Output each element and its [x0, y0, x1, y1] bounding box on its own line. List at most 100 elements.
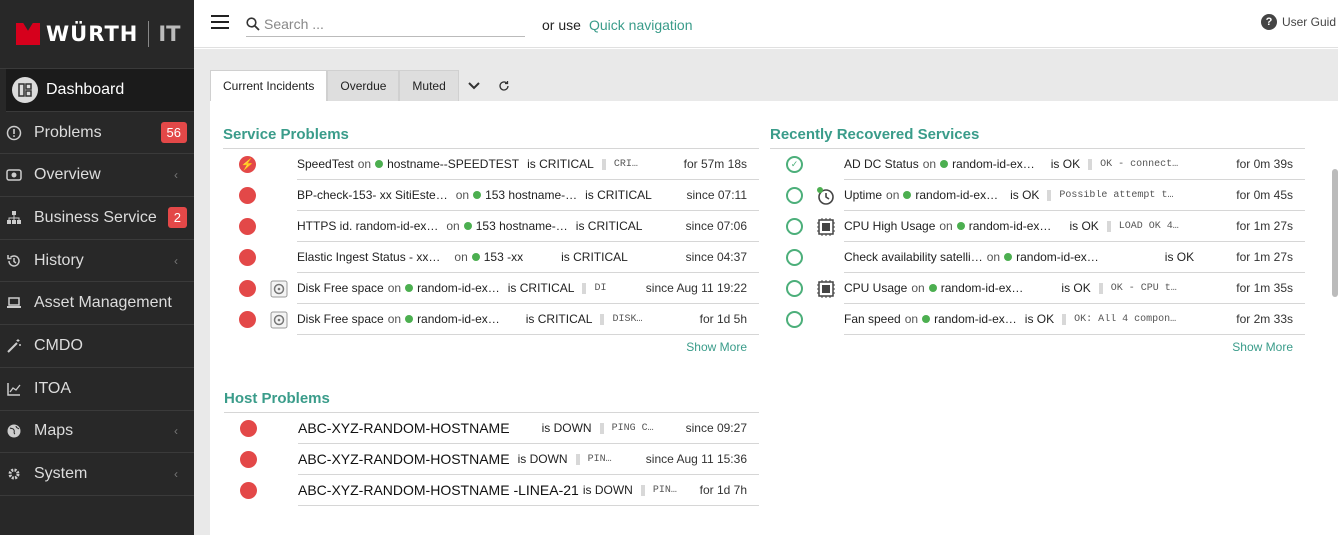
- globe-icon: [6, 423, 22, 439]
- since-time: since 04:37: [685, 250, 747, 264]
- row-content: HTTPS id. random-id-ex… on 153 hostname-…: [297, 211, 759, 242]
- state-label: is CRITICAL: [585, 188, 652, 202]
- brand-suffix: IT: [158, 22, 181, 46]
- host-name: ABC-XYZ-RANDOM-HOSTNAME -LINEA-21: [298, 482, 579, 498]
- sidebar-item-dashboard[interactable]: Dashboard: [6, 69, 194, 112]
- host-name: random-id-ex…: [968, 219, 1052, 233]
- table-row[interactable]: CPU Usage on random-id-ex… is OK OK - CP…: [770, 273, 1305, 304]
- menu-icon[interactable]: [211, 15, 229, 29]
- since-time: for 2m 33s: [1236, 312, 1293, 326]
- since-time: for 1m 27s: [1236, 250, 1293, 264]
- host-problems-section: Host Problems ABC-XYZ-RANDOM-HOSTNAME is…: [224, 390, 759, 506]
- host-name: 153 -xx: [483, 250, 524, 264]
- sidebar-item-problems[interactable]: Problems 56: [0, 112, 194, 155]
- service-name: AD DC Status: [844, 157, 919, 171]
- quick-navigation-link[interactable]: Quick navigation: [589, 17, 693, 33]
- table-row[interactable]: CPU High Usage on random-id-ex… is OK LO…: [770, 211, 1305, 242]
- host-up-dot: [471, 253, 480, 261]
- table-row[interactable]: ⚡ SpeedTest on hostname--SPEEDTEST is CR…: [223, 149, 759, 180]
- table-row[interactable]: ABC-XYZ-RANDOM-HOSTNAME is DOWN PING C… …: [224, 413, 759, 444]
- since-time: since 07:11: [686, 188, 748, 202]
- sidebar-item-maps[interactable]: Maps ‹: [0, 411, 194, 454]
- since-time: for 1d 5h: [699, 312, 747, 326]
- row-content: ABC-XYZ-RANDOM-HOSTNAME is DOWN PING C… …: [298, 413, 759, 444]
- table-row[interactable]: BP-check-153- xx SitiEste… on 153 hostna…: [223, 180, 759, 211]
- state-label: is CRITICAL: [575, 219, 643, 233]
- tab-muted[interactable]: Muted: [399, 70, 459, 101]
- show-more-link[interactable]: Show More: [686, 340, 747, 354]
- service-name: Disk Free space: [297, 281, 384, 295]
- host-up-dot: [903, 191, 912, 199]
- refresh-icon[interactable]: [489, 70, 519, 101]
- chevron-left-icon: ‹: [174, 168, 178, 183]
- plugin-output: Possible attempt t…: [1047, 189, 1173, 201]
- table-row[interactable]: HTTPS id. random-id-ex… on 153 hostname-…: [223, 211, 759, 242]
- show-more-link[interactable]: Show More: [1232, 340, 1293, 354]
- state-label: is OK: [1061, 281, 1091, 295]
- table-row[interactable]: Uptime on random-id-ex… is OK Possible a…: [770, 180, 1305, 211]
- on-label: on: [939, 219, 953, 233]
- row-content: Elastic Ingest Status - xx… on 153 -xx i…: [297, 242, 759, 273]
- host-name: ABC-XYZ-RANDOM-HOSTNAME: [298, 451, 510, 467]
- table-row[interactable]: ABC-XYZ-RANDOM-HOSTNAME is DOWN PIN… sin…: [224, 444, 759, 475]
- row-content: ABC-XYZ-RANDOM-HOSTNAME -LINEA-21 is DOW…: [298, 475, 759, 506]
- eye-icon: [6, 167, 22, 183]
- sidebar-item-business-service[interactable]: Business Service 2: [0, 197, 194, 240]
- plugin-output: PIN…: [575, 453, 612, 465]
- since-time: for 0m 39s: [1236, 157, 1293, 171]
- ok-status-icon: [786, 280, 803, 297]
- host-name: random-id-ex…: [1016, 250, 1099, 264]
- on-label: on: [986, 250, 1001, 264]
- sidebar-item-history[interactable]: History ‹: [0, 240, 194, 283]
- sidebar-item-label: History: [34, 251, 84, 269]
- plugin-output: LOAD OK 4…: [1106, 220, 1179, 232]
- tab-overdue[interactable]: Overdue: [327, 70, 400, 101]
- row-content: AD DC Status on random-id-ex… is OK OK -…: [844, 149, 1305, 180]
- service-name: Fan speed: [844, 312, 901, 326]
- state-label: is CRITICAL: [527, 157, 594, 171]
- table-row[interactable]: Fan speed on random-id-ex… is OK OK: All…: [770, 304, 1305, 335]
- cpu-icon: [817, 280, 835, 298]
- plugin-output: PING C…: [599, 422, 654, 434]
- more-tabs-chevron-icon[interactable]: [459, 70, 489, 101]
- table-row[interactable]: Disk Free space on random-id-ex… is CRIT…: [223, 304, 759, 335]
- state-label: is DOWN: [517, 452, 568, 466]
- sidebar-item-label: System: [34, 465, 88, 483]
- state-label: is OK: [1010, 188, 1040, 202]
- since-time: for 1m 27s: [1236, 219, 1293, 233]
- host-problems-title: Host Problems: [224, 390, 759, 413]
- plugin-output: PIN…: [640, 484, 677, 496]
- brand-logo[interactable]: WÜRTH IT: [0, 0, 194, 69]
- row-content: ABC-XYZ-RANDOM-HOSTNAME is DOWN PIN… sin…: [298, 444, 759, 475]
- sidebar-item-label: Business Service: [34, 208, 157, 226]
- on-label: on: [911, 281, 925, 295]
- table-row[interactable]: Disk Free space on random-id-ex… is CRIT…: [223, 273, 759, 304]
- sidebar-item-label: Maps: [34, 422, 74, 440]
- search-input[interactable]: [264, 15, 514, 32]
- scrollbar[interactable]: [1332, 169, 1338, 297]
- tab-current-incidents[interactable]: Current Incidents: [210, 70, 328, 101]
- sidebar: WÜRTH IT Dashboard Problems 56 Overview …: [0, 0, 194, 535]
- business-service-count-badge: 2: [167, 207, 187, 229]
- sidebar-item-cmdo[interactable]: CMDO: [0, 325, 194, 368]
- table-row[interactable]: Check availability satelli… on random-id…: [770, 242, 1305, 273]
- ok-status-icon: [786, 187, 803, 204]
- user-guide-link[interactable]: ? User Guid: [1260, 14, 1336, 30]
- row-content: CPU High Usage on random-id-ex… is OK LO…: [844, 211, 1305, 242]
- history-icon: [6, 253, 22, 269]
- state-label: is OK: [1164, 250, 1195, 264]
- table-row[interactable]: Elastic Ingest Status - xx… on 153 -xx i…: [223, 242, 759, 273]
- host-name: 153 hostname-…: [475, 219, 568, 233]
- sidebar-item-overview[interactable]: Overview ‹: [0, 154, 194, 198]
- critical-status-icon: [239, 280, 256, 297]
- recently-recovered-section: Recently Recovered Services ✓ AD DC Stat…: [770, 126, 1305, 357]
- row-content: CPU Usage on random-id-ex… is OK OK - CP…: [844, 273, 1305, 304]
- sidebar-item-asset-management[interactable]: Asset Management: [0, 282, 194, 326]
- chevron-left-icon: ‹: [174, 467, 178, 482]
- plugin-output: OK: All 4 compon…: [1062, 313, 1176, 325]
- sidebar-item-itoa[interactable]: ITOA: [0, 368, 194, 411]
- sidebar-item-system[interactable]: System ‹: [0, 453, 194, 496]
- table-row[interactable]: ✓ AD DC Status on random-id-ex… is OK OK…: [770, 149, 1305, 180]
- on-label: on: [454, 250, 468, 264]
- table-row[interactable]: ABC-XYZ-RANDOM-HOSTNAME -LINEA-21 is DOW…: [224, 475, 759, 506]
